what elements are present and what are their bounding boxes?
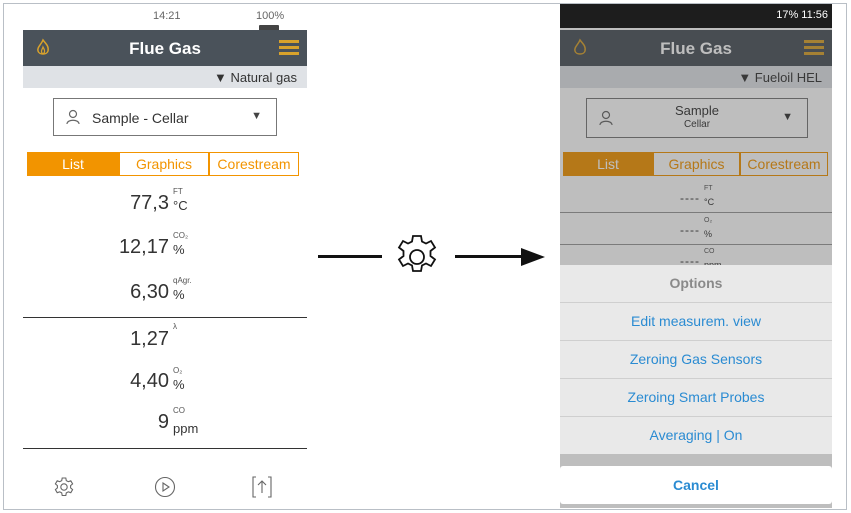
measurement-row: 1,27 λ [23,318,307,362]
flow-arrow-line [455,255,525,258]
measurement-value: 9 [157,411,169,433]
status-time: 14:21 [153,10,181,22]
gear-icon [397,235,437,272]
view-tabs: List Graphics Corestream [27,152,299,176]
sample-label: Sample - Cellar [92,110,189,126]
gear-icon[interactable] [53,476,75,498]
status-text: 17% 11:56 [776,9,828,21]
options-sheet: Options Edit measurem. view Zeroing Gas … [560,265,832,454]
measurement-param: qAgr. [173,276,192,285]
measurement-value: 6,30 [130,281,169,303]
app-header: Flue Gas [23,30,307,66]
measurement-param: FT [173,187,183,196]
battery-percent: 100% [256,10,285,22]
tab-corestream[interactable]: Corestream [209,152,299,176]
status-bar: 17% 11:56 [560,4,832,28]
measurement-value: 77,3 [130,192,169,214]
measurement-param: CO [173,406,185,415]
menu-icon[interactable] [279,40,299,56]
option-edit-measurement-view[interactable]: Edit measurem. view [560,303,832,341]
tab-graphics[interactable]: Graphics [119,152,209,176]
play-icon[interactable] [154,476,176,498]
measurement-row: 77,3 FT °C [23,180,307,224]
measurement-param: λ [173,322,177,331]
left-phone-screen: 14:21 100% Flue Gas ▼ Natural gas Sample… [23,4,307,508]
option-zeroing-gas-sensors[interactable]: Zeroing Gas Sensors [560,341,832,379]
fuel-label: ▼ Natural gas [214,70,297,85]
person-icon [66,109,80,125]
options-title: Options [560,265,832,303]
measurement-unit: °C [173,198,188,213]
measurement-unit: % [173,242,185,257]
measurement-row: 9 CO ppm [23,404,307,448]
measurement-unit: % [173,287,185,302]
measurement-row: 12,17 CO₂ % [23,224,307,268]
chevron-down-icon: ▼ [251,110,262,122]
arrow-head-icon [521,248,545,266]
measurement-value: 1,27 [130,328,169,350]
measurement-row: 6,30 qAgr. % [23,269,307,313]
flow-arrow-line [318,255,382,258]
fuel-selector[interactable]: ▼ Natural gas [23,66,307,88]
measurement-value: 4,40 [130,370,169,392]
measurement-param: O₂ [173,366,183,375]
measurement-unit: % [173,377,185,392]
measurement-value: 12,17 [118,236,169,258]
right-phone-screen: 17% 11:56 Flue Gas ▼ Fueloil HEL Sample … [560,4,832,508]
page-title: Flue Gas [129,39,201,58]
measurement-row: 4,40 O₂ % [23,360,307,404]
status-bar: 14:21 100% [23,4,307,32]
cancel-button[interactable]: Cancel [560,466,832,504]
tab-list[interactable]: List [27,152,119,176]
sample-dropdown[interactable]: Sample - Cellar ▼ [53,98,277,136]
measurement-param: CO₂ [173,231,189,240]
divider [23,448,307,449]
export-icon[interactable] [251,475,273,499]
option-zeroing-smart-probes[interactable]: Zeroing Smart Probes [560,379,832,417]
option-averaging[interactable]: Averaging | On [560,417,832,454]
measurement-unit: ppm [173,421,199,436]
